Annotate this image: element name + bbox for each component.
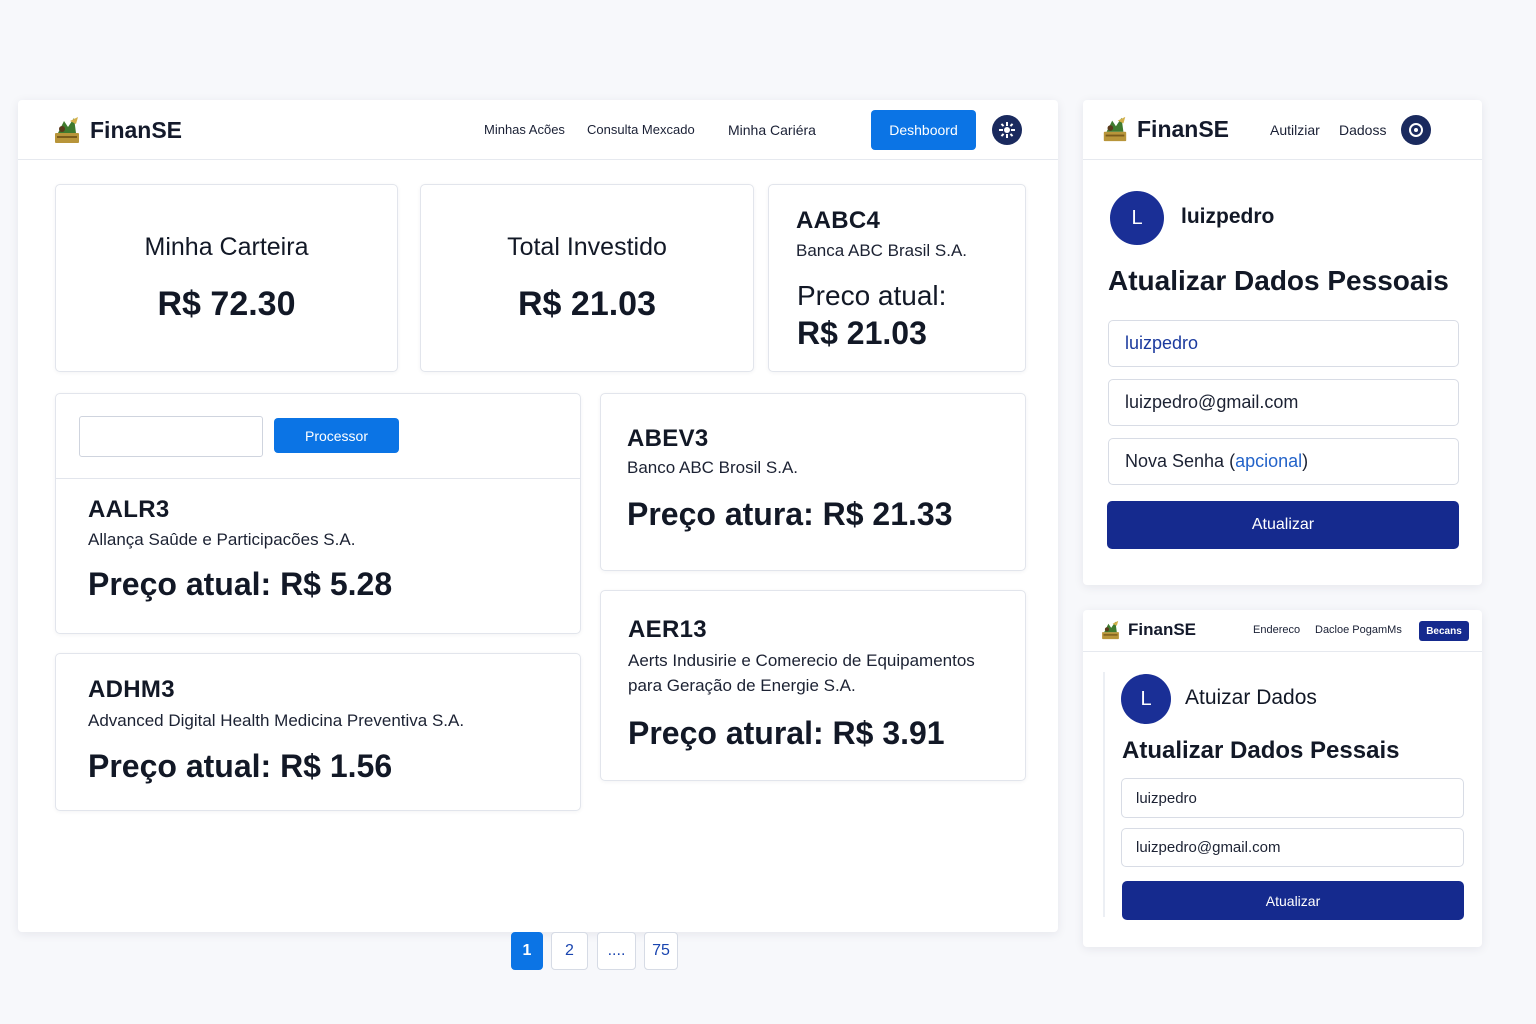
stock-ticker: ADHM3 [88, 676, 175, 703]
update-button[interactable]: Atualizar [1122, 881, 1464, 920]
stock-price: Preço atura: R$ 21.33 [627, 496, 953, 532]
page-2-button[interactable]: 2 [551, 932, 588, 970]
user-avatar[interactable]: L [1121, 674, 1171, 724]
page-1-button[interactable]: 1 [511, 932, 543, 970]
password-placeholder-end: ) [1302, 451, 1309, 471]
process-button[interactable]: Processor [274, 418, 399, 453]
stock-price: Preço atual: R$ 5.28 [88, 566, 393, 602]
profile-update-panel: FinanSE Autilziar Dadoss L luizpedro Atu… [1083, 100, 1482, 585]
email-input[interactable]: luizpedro@gmail.com [1121, 828, 1464, 867]
password-optional-hint: apcional [1235, 451, 1303, 471]
stock-company-name-line1: Aerts Indusirie e Comerecio de Equipamen… [628, 651, 975, 670]
stock-company-name-line2: para Geração de Energie S.A. [628, 676, 856, 695]
stock-company-name: Banco ABC Brosil S.A. [627, 458, 799, 477]
carteira-value: R$ 72.30 [157, 285, 296, 323]
page-ellipsis: .... [597, 932, 636, 970]
nav-atualizar[interactable]: Autilziar [1270, 122, 1320, 138]
dashboard-panel: FinanSE Minhas Acões Consulta Mexcado Mi… [18, 100, 1058, 970]
stock-price: Preço atural: R$ 3.91 [628, 715, 945, 751]
card-stock-adhm3[interactable]: ADHM3 Advanced Digital Health Medicina P… [55, 653, 581, 811]
nav-dados-programas[interactable]: Dacloe PogamMs [1315, 624, 1402, 636]
main-navbar: FinanSE Minhas Acões Consulta Mexcado Mi… [18, 100, 1058, 160]
stock-company-name: Allança Saûde e Participacões S.A. [88, 530, 356, 549]
card-featured-stock[interactable]: AABC4 Banca ABC Brasil S.A. Preco atual:… [768, 184, 1026, 372]
stock-ticker: AALR3 [88, 496, 170, 523]
featured-ticker: AABC4 [796, 207, 881, 234]
card-total-investido: Total Investido R$ 21.03 [420, 184, 754, 372]
carteira-label: Minha Carteira [144, 233, 309, 261]
nav-minha-carteira[interactable]: Minha Cariéra [728, 122, 816, 138]
left-border-line [1103, 672, 1105, 917]
nav-minhas-acoes[interactable]: Minhas Acões [484, 122, 565, 137]
stock-ticker: AER13 [628, 616, 707, 643]
featured-price-value: R$ 21.03 [797, 315, 927, 351]
username-input[interactable]: luizpedro [1108, 320, 1459, 367]
stock-search-input[interactable] [79, 416, 263, 457]
form-title: Atualizar Dados Pessoais [1108, 265, 1449, 296]
form-title: Atualizar Dados Pessais [1122, 737, 1400, 764]
bull-logo-icon [1100, 619, 1121, 641]
update-button[interactable]: Atualizar [1107, 501, 1459, 549]
password-placeholder: Nova Senha ( [1125, 451, 1236, 471]
page-75-button[interactable]: 75 [644, 932, 678, 970]
divider [56, 478, 580, 479]
profile-navbar: FinanSE Autilziar Dadoss [1083, 100, 1482, 160]
nav-badge-button[interactable]: Becans [1419, 621, 1469, 641]
brand[interactable]: FinanSE [1100, 619, 1196, 641]
brand-name: FinanSE [1128, 620, 1197, 639]
investido-value: R$ 21.03 [518, 285, 656, 323]
brand[interactable]: FinanSE [52, 115, 182, 145]
card-minha-carteira: Minha Carteira R$ 72.30 [55, 184, 398, 372]
username-input[interactable]: luizpedro [1121, 778, 1464, 818]
brand[interactable]: FinanSE [1101, 114, 1229, 144]
compact-navbar: FinanSE Endereco Dacloe PogamMs Becans [1083, 610, 1482, 652]
bull-logo-icon [1101, 114, 1129, 144]
nav-dados[interactable]: Dadoss [1339, 122, 1386, 138]
featured-price-label: Preco atual: [797, 280, 947, 311]
nav-consulta-mercado[interactable]: Consulta Mexcado [587, 122, 695, 137]
username-label: luizpedro [1181, 205, 1275, 228]
password-input[interactable]: Nova Senha (apcional) [1108, 438, 1459, 485]
settings-gear-icon[interactable] [1401, 115, 1431, 145]
brand-name: FinanSE [90, 116, 183, 143]
section-heading: Atuizar Dados [1185, 686, 1317, 709]
stock-ticker: ABEV3 [627, 425, 709, 452]
card-stock-abev3[interactable]: ABEV3 Banco ABC Brosil S.A. Preço atura:… [600, 393, 1026, 571]
stock-price: Preço atual: R$ 1.56 [88, 748, 393, 784]
email-input[interactable]: luizpedro@gmail.com [1108, 379, 1459, 426]
card-search-and-stock: Processor AALR3 Allança Saûde e Particip… [55, 393, 581, 634]
investido-label: Total Investido [507, 233, 667, 261]
featured-company-name: Banca ABC Brasil S.A. [796, 241, 968, 260]
nav-endereco[interactable]: Endereco [1253, 624, 1300, 636]
settings-gear-icon[interactable] [992, 115, 1022, 145]
stock-company-name: Advanced Digital Health Medicina Prevent… [88, 711, 465, 730]
brand-name: FinanSE [1137, 115, 1230, 142]
profile-update-panel-compact: FinanSE Endereco Dacloe PogamMs Becans L… [1083, 610, 1482, 947]
user-avatar[interactable]: L [1110, 191, 1164, 245]
card-stock-aer13[interactable]: AER13 Aerts Indusirie e Comerecio de Equ… [600, 590, 1026, 781]
dashboard-button[interactable]: Deshboord [871, 110, 976, 150]
bull-logo-icon [52, 115, 82, 145]
